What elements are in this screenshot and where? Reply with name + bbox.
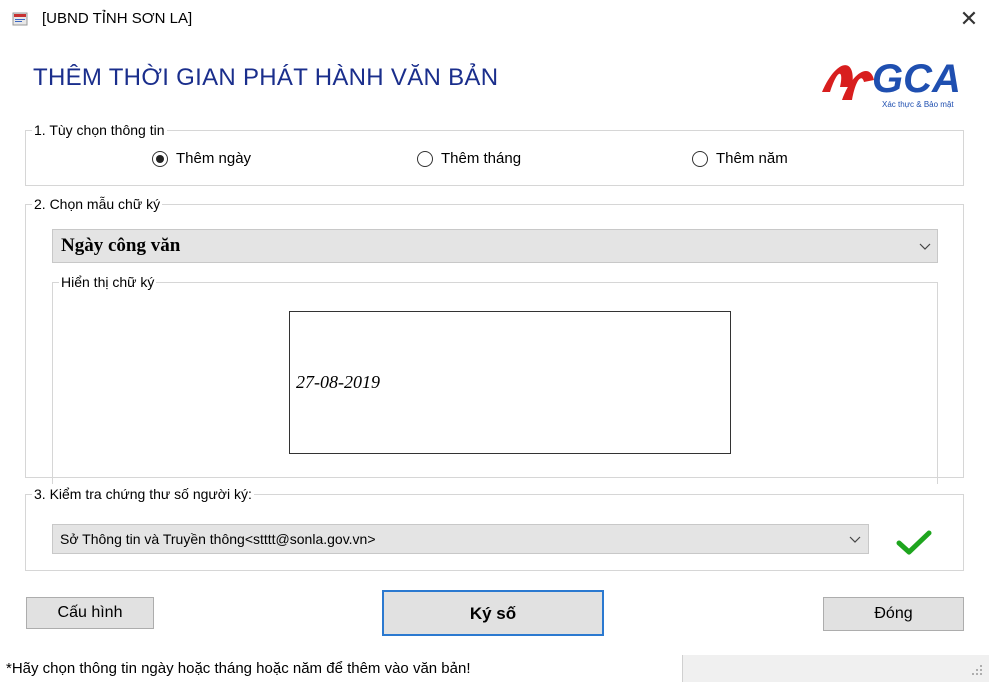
config-button[interactable]: Cấu hình — [26, 597, 154, 629]
radio-circle[interactable] — [417, 150, 433, 167]
title-bar: [UBND TỈNH SƠN LA] ✕ — [0, 0, 989, 40]
status-message: *Hãy chọn thông tin ngày hoặc tháng hoặc… — [6, 660, 471, 677]
logo-wordmark: GCA — [872, 57, 961, 101]
chevron-down-icon[interactable] — [849, 533, 861, 545]
radio-label: Thêm năm — [716, 150, 788, 167]
chevron-down-icon[interactable] — [919, 240, 931, 252]
template-selected-value: Ngày công văn — [61, 235, 181, 256]
radio-label: Thêm ngày — [176, 150, 252, 167]
gca-logo: GCA Xác thực & Bảo mật — [822, 57, 961, 109]
close-button[interactable]: Đóng — [823, 597, 964, 631]
status-bar: *Hãy chọn thông tin ngày hoặc tháng hoặc… — [0, 655, 989, 682]
check-icon — [896, 530, 932, 555]
template-select[interactable]: Ngày công văn — [52, 229, 938, 263]
logo-tagline: Xác thực & Bảo mật — [882, 100, 954, 109]
close-icon[interactable]: ✕ — [955, 8, 983, 32]
app-icon — [12, 12, 28, 26]
radio-circle[interactable] — [152, 150, 168, 167]
radio-circle[interactable] — [692, 150, 708, 167]
radio-add-month[interactable]: Thêm tháng — [417, 150, 521, 167]
signature-preview-date: 27-08-2019 — [296, 372, 380, 392]
certificate-select[interactable]: Sở Thông tin và Truyền thông<stttt@sonla… — [52, 524, 869, 554]
page-title: THÊM THỜI GIAN PHÁT HÀNH VĂN BẢN — [33, 64, 499, 91]
radio-add-day[interactable]: Thêm ngày — [152, 150, 251, 167]
template-legend: 2. Chọn mẫu chữ ký — [34, 196, 161, 212]
certificate-legend: 3. Kiểm tra chứng thư số người ký: — [34, 486, 252, 502]
preview-legend: Hiển thị chữ ký — [61, 274, 155, 290]
sign-button[interactable]: Ký số — [382, 590, 604, 636]
signature-preview-box: 27-08-2019 — [289, 311, 731, 454]
radio-add-year[interactable]: Thêm năm — [692, 150, 788, 167]
certificate-selected-value: Sở Thông tin và Truyền thông<stttt@sonla… — [60, 531, 376, 547]
radio-label: Thêm tháng — [441, 150, 522, 167]
status-panel: *Hãy chọn thông tin ngày hoặc tháng hoặc… — [0, 655, 683, 682]
options-legend: 1. Tùy chọn thông tin — [34, 122, 165, 138]
window-title: [UBND TỈNH SƠN LA] — [42, 10, 193, 27]
resize-grip-icon[interactable] — [970, 663, 984, 677]
